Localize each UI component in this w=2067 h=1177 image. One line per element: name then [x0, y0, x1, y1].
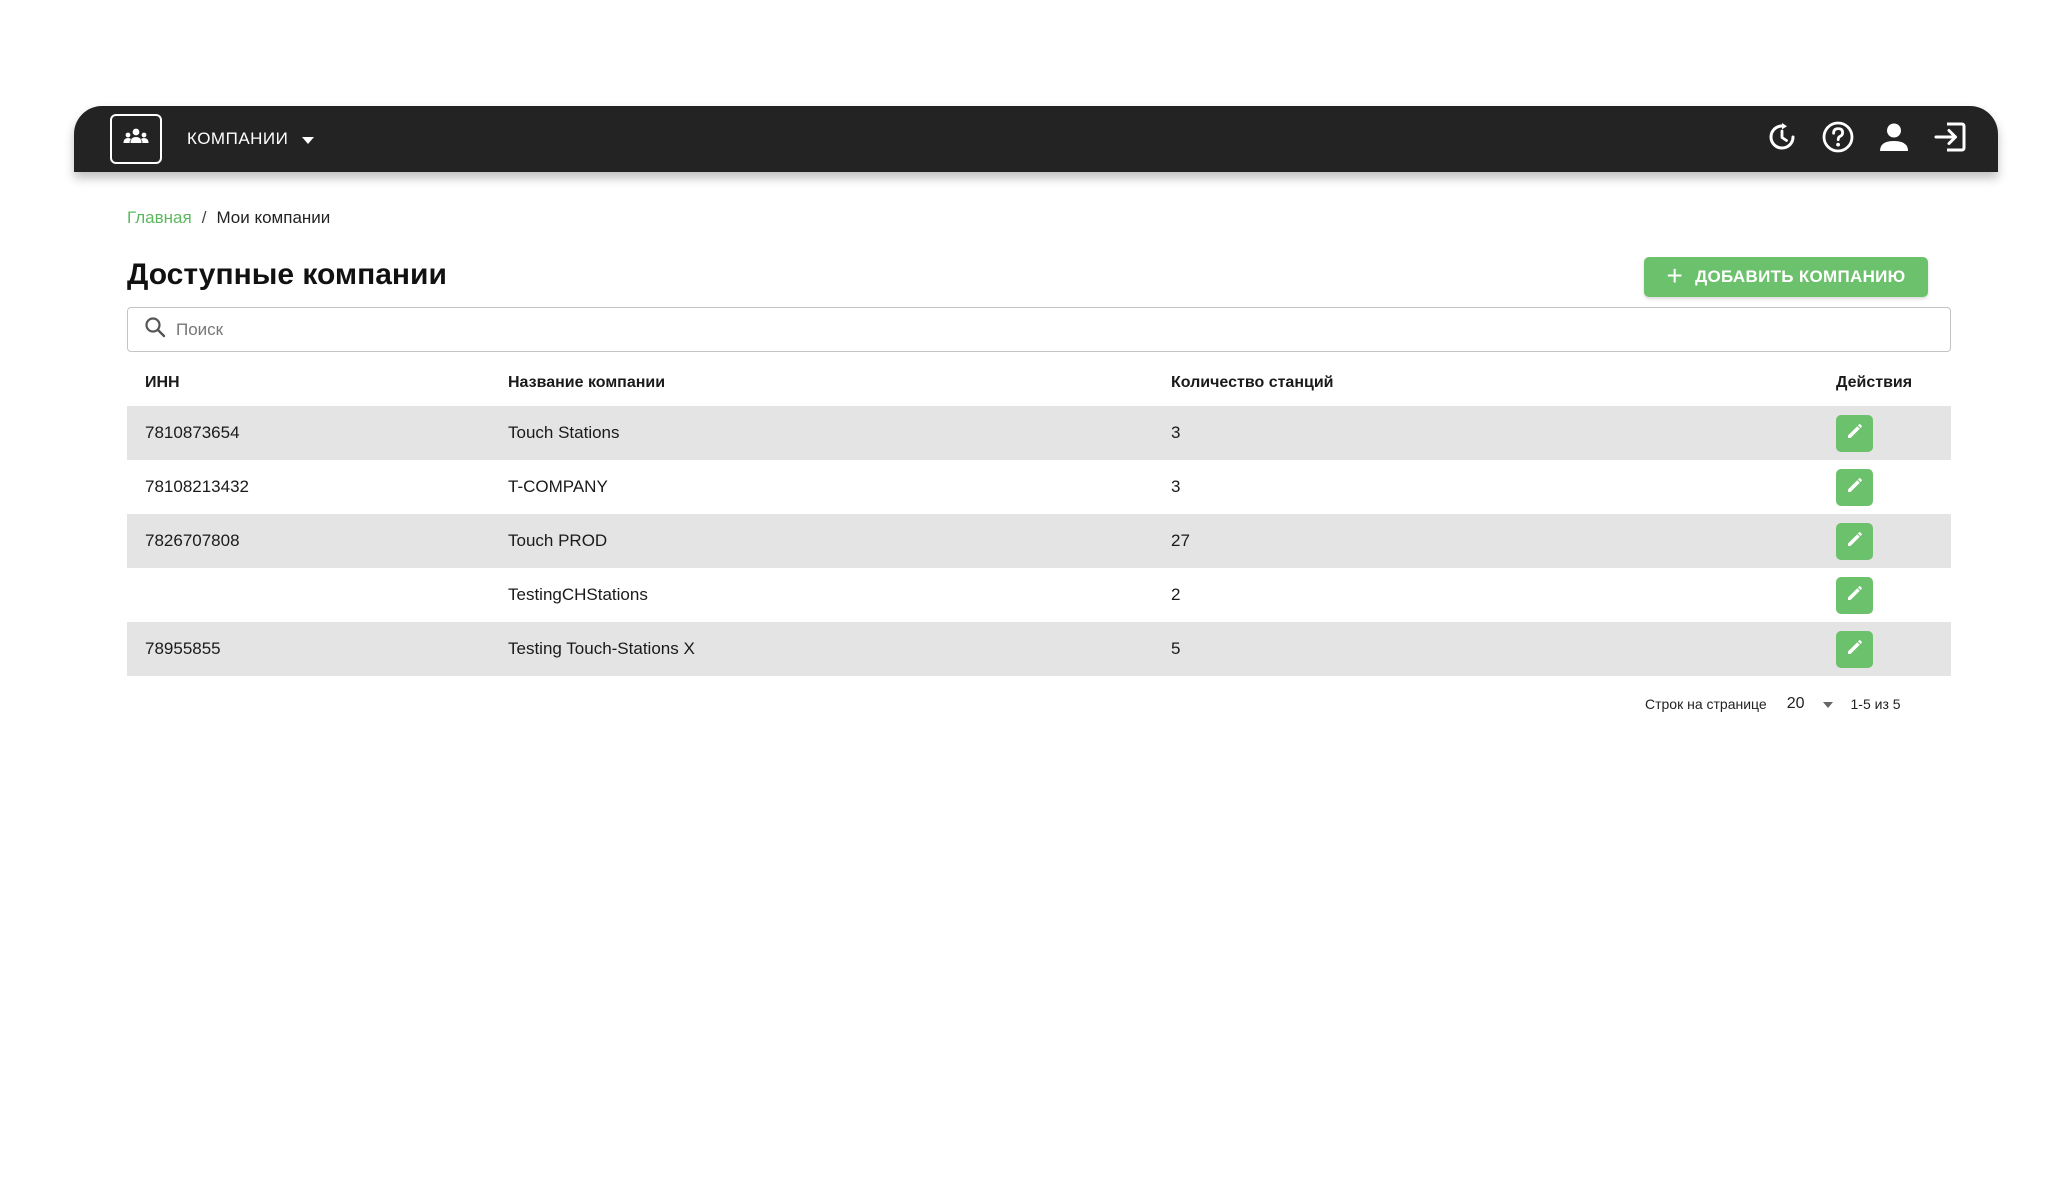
- column-header-actions: Действия: [1836, 374, 1913, 391]
- cell-inn: 78108213432: [145, 477, 250, 496]
- table-row[interactable]: 7826707808 Touch PROD 27: [127, 514, 1951, 568]
- edit-company-button[interactable]: [1836, 414, 1873, 452]
- team-icon: [121, 126, 151, 153]
- team-logo-button[interactable]: [110, 114, 162, 164]
- add-company-label: ДОБАВИТЬ КОМПАНИЮ: [1695, 267, 1906, 286]
- table-header-row: ИНН Название компании Количество станций…: [127, 360, 1951, 406]
- pencil-icon: [1845, 421, 1865, 446]
- breadcrumb-current: Мои компании: [216, 208, 331, 227]
- edit-company-button[interactable]: [1836, 576, 1873, 614]
- cell-actions: [1836, 576, 1951, 614]
- cell-company-name: TestingCHStations: [508, 585, 648, 604]
- search-field[interactable]: [127, 307, 1951, 352]
- search-input[interactable]: [176, 319, 1876, 340]
- cell-stations-count: 3: [1171, 477, 1181, 496]
- cell-actions: [1836, 468, 1951, 506]
- appbar-actions: [1764, 106, 1968, 172]
- cell-company-name: Touch PROD: [508, 531, 608, 550]
- user-icon: [1877, 120, 1911, 159]
- help-icon: [1821, 120, 1855, 159]
- company-menu-label: КОМПАНИИ: [187, 129, 289, 148]
- table-pagination: Строк на странице 20 1-5 из 5: [1645, 692, 1901, 716]
- column-header-stations[interactable]: Количество станций: [1171, 374, 1836, 392]
- edit-company-button[interactable]: [1836, 630, 1873, 668]
- table-row[interactable]: 78955855 Testing Touch-Stations X 5: [127, 622, 1951, 676]
- profile-button[interactable]: [1876, 121, 1912, 157]
- cell-company-name: Touch Stations: [508, 423, 620, 442]
- table-row[interactable]: TestingCHStations 2: [127, 568, 1951, 622]
- top-app-bar: КОМПАНИИ: [74, 106, 1998, 172]
- cell-actions: [1836, 414, 1951, 452]
- history-button[interactable]: [1764, 121, 1800, 157]
- cell-actions: [1836, 630, 1951, 668]
- edit-company-button[interactable]: [1836, 468, 1873, 506]
- column-header-name[interactable]: Название компании: [508, 374, 1171, 392]
- pencil-icon: [1845, 475, 1865, 500]
- plus-icon: +: [1666, 259, 1684, 291]
- table-row[interactable]: 7810873654 Touch Stations 3: [127, 406, 1951, 460]
- cell-company-name: T-COMPANY: [508, 477, 608, 496]
- chevron-down-icon: [1822, 702, 1833, 708]
- cell-actions: [1836, 522, 1951, 560]
- cell-stations-count: 3: [1171, 423, 1181, 442]
- edit-company-button[interactable]: [1836, 522, 1873, 560]
- pencil-icon: [1845, 529, 1865, 554]
- page-title: Доступные компании: [127, 258, 447, 291]
- rows-per-page-select[interactable]: 20: [1787, 695, 1833, 713]
- pencil-icon: [1845, 637, 1865, 662]
- cell-inn: 7826707808: [145, 531, 240, 550]
- logout-icon: [1933, 120, 1967, 159]
- add-company-button[interactable]: + ДОБАВИТЬ КОМПАНИЮ: [1644, 257, 1928, 297]
- pencil-icon: [1845, 583, 1865, 608]
- column-header-inn[interactable]: ИНН: [127, 374, 508, 392]
- cell-inn: 7810873654: [145, 423, 240, 442]
- cell-company-name: Testing Touch-Stations X: [508, 639, 695, 658]
- logout-button[interactable]: [1932, 121, 1968, 157]
- rows-per-page-value: 20: [1786, 695, 1805, 712]
- refresh-clock-icon: [1766, 121, 1798, 158]
- cell-stations-count: 27: [1171, 531, 1190, 550]
- cell-stations-count: 2: [1171, 585, 1181, 604]
- help-button[interactable]: [1820, 121, 1856, 157]
- breadcrumb-separator: /: [201, 208, 207, 227]
- breadcrumb-home-link[interactable]: Главная: [127, 208, 192, 228]
- cell-stations-count: 5: [1171, 639, 1181, 658]
- search-icon: [144, 316, 166, 343]
- page-range: 1-5 из 5: [1850, 696, 1901, 712]
- chevron-down-icon: [302, 136, 315, 144]
- cell-inn: 78955855: [145, 639, 221, 658]
- table-row[interactable]: 78108213432 T-COMPANY 3: [127, 460, 1951, 514]
- rows-per-page-label: Строк на странице: [1645, 696, 1767, 712]
- breadcrumb: Главная / Мои компании: [127, 208, 330, 228]
- companies-table: ИНН Название компании Количество станций…: [127, 360, 1951, 676]
- company-menu-dropdown[interactable]: КОМПАНИИ: [187, 106, 315, 172]
